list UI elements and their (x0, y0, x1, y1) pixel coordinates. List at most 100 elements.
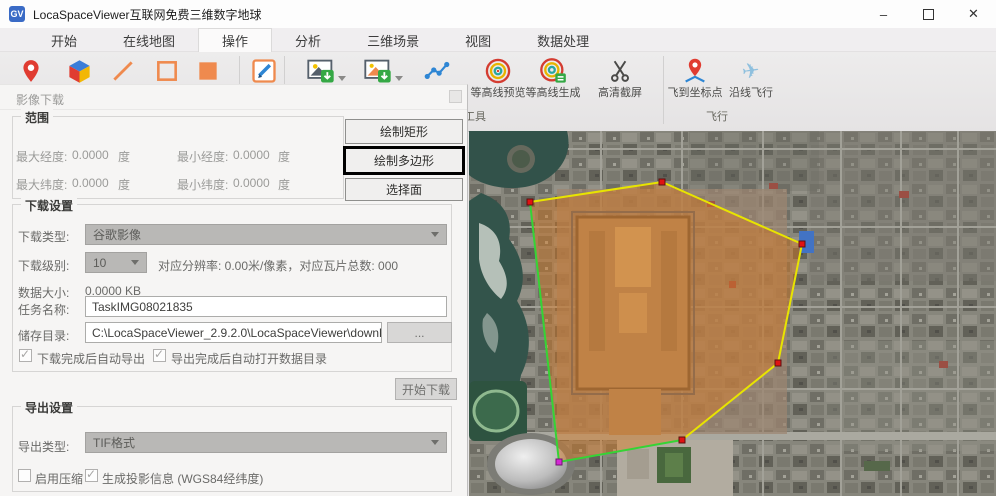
polygon-vertex-handle[interactable] (798, 240, 806, 248)
contour-generate-icon (540, 58, 566, 83)
image-download-button[interactable] (303, 55, 339, 87)
open-dir-checkbox-label[interactable]: 导出完成后自动打开数据目录 (171, 350, 327, 367)
tab-operation[interactable]: 操作 (198, 28, 273, 52)
fly-along-line-label: 沿线飞行 (729, 87, 773, 99)
polygon-vertex-handle[interactable] (526, 198, 534, 206)
projection-info-label[interactable]: 生成投影信息 (WGS84经纬度) (102, 470, 263, 487)
task-name-value: TaskIMG08021835 (92, 299, 193, 314)
max-lat-value[interactable]: 0.0000 (72, 176, 109, 190)
route-polyline-button[interactable] (419, 55, 455, 87)
flight-group-label: 飞行 (706, 111, 728, 123)
draw-rectangle-range-button[interactable]: 绘制矩形 (345, 119, 463, 144)
maximize-icon (923, 8, 934, 20)
hd-screenshot-label: 高清截屏 (598, 87, 642, 99)
start-download-button[interactable]: 开始下载 (395, 378, 457, 400)
contour-generate-button[interactable] (535, 55, 571, 87)
export-type-label: 导出类型: (18, 440, 70, 454)
storage-dir-label: 储存目录: (18, 329, 70, 343)
tab-analysis[interactable]: 分析 (272, 28, 344, 52)
storage-dir-input[interactable]: C:\LocaSpaceViewer_2.9.2.0\LocaSpaceView… (85, 322, 382, 343)
max-lon-value[interactable]: 0.0000 (72, 148, 109, 162)
airplane-icon: ✈ (740, 58, 762, 84)
task-name-label: 任务名称: (18, 303, 70, 317)
auto-export-checkbox[interactable] (19, 347, 32, 362)
image-download-dropdown-caret[interactable] (338, 76, 346, 81)
export-type-dropdown[interactable]: TIF格式 (85, 432, 447, 453)
download-type-value: 谷歌影像 (93, 228, 142, 242)
image-download-icon (307, 59, 334, 83)
download-type-dropdown[interactable]: 谷歌影像 (85, 224, 447, 245)
scissors-icon (611, 60, 629, 82)
3d-cube-icon (68, 59, 90, 83)
window-controls: – ✕ (861, 0, 996, 28)
task-name-input[interactable]: TaskIMG08021835 (85, 296, 447, 317)
contour-preview-button[interactable] (480, 55, 516, 87)
export-type-value: TIF格式 (93, 436, 135, 450)
max-lat-unit: 度 (118, 178, 131, 192)
dialog-close-button[interactable] (449, 90, 462, 103)
draw-rectangle-button[interactable] (149, 55, 185, 87)
contour-generate-label: 等高线生成 (525, 87, 581, 99)
draw-polygon-range-button[interactable]: 绘制多边形 (343, 146, 465, 175)
imagery-download-button[interactable] (360, 55, 396, 87)
edit-feature-button[interactable] (246, 55, 282, 87)
max-lon-unit: 度 (118, 150, 131, 164)
close-button[interactable]: ✕ (951, 0, 996, 28)
line-icon (113, 61, 133, 81)
maximize-button[interactable] (906, 0, 951, 28)
hd-screenshot-button[interactable] (602, 55, 638, 87)
placemark-pin-button[interactable] (13, 55, 49, 87)
imagery-download-icon (364, 59, 391, 83)
polygon-vertex-handle[interactable] (774, 359, 782, 367)
window-title: LocaSpaceViewer互联网免费三维数字地球 (33, 7, 262, 22)
download-level-label: 下载级别: (18, 259, 70, 273)
contour-rings-icon (485, 58, 511, 84)
resolution-info-text: 对应分辨率: 0.00米/像素，对应瓦片总数: 000 (158, 259, 399, 273)
export-settings-legend: 导出设置 (21, 399, 78, 416)
download-level-value: 10 (93, 255, 107, 270)
min-lon-unit: 度 (278, 150, 291, 164)
fly-to-point-button[interactable] (677, 55, 713, 87)
data-size-label: 数据大小: (18, 286, 70, 300)
range-legend: 范围 (21, 109, 54, 126)
min-lon-value[interactable]: 0.0000 (233, 148, 270, 162)
map-view[interactable] (469, 131, 996, 496)
tab-view[interactable]: 视图 (442, 28, 514, 52)
filled-square-icon (199, 62, 217, 80)
min-lat-unit: 度 (278, 178, 291, 192)
image-download-dialog: 影像下载 范围 最大经度: 0.0000 度 最小经度: 0.0000 度 最大… (0, 84, 468, 496)
minimize-button[interactable]: – (861, 0, 906, 28)
menu-tab-bar: 开始 在线地图 操作 分析 三维场景 视图 数据处理 (0, 28, 996, 52)
draw-line-button[interactable] (105, 55, 141, 87)
polygon-vertex-handle-active[interactable] (555, 458, 563, 466)
dialog-header-divider (0, 109, 467, 110)
browse-directory-button[interactable]: ... (387, 322, 452, 343)
enable-compression-label[interactable]: 启用压缩 (35, 470, 83, 487)
rectangle-outline-icon (157, 61, 177, 81)
dialog-title: 影像下载 (16, 93, 65, 107)
min-lat-value[interactable]: 0.0000 (233, 176, 270, 190)
tab-start[interactable]: 开始 (28, 28, 100, 52)
max-lat-label: 最大纬度: (16, 178, 68, 192)
storage-dir-value: C:\LocaSpaceViewer_2.9.2.0\LocaSpaceView… (92, 325, 382, 340)
open-dir-checkbox[interactable] (153, 347, 166, 362)
tab-3d-scene[interactable]: 三维场景 (344, 28, 442, 52)
edit-pencil-icon (252, 59, 276, 83)
model-cube-button[interactable] (61, 55, 97, 87)
tab-online-map[interactable]: 在线地图 (100, 28, 198, 52)
max-lon-label: 最大经度: (16, 150, 68, 164)
polygon-vertex-handle[interactable] (658, 178, 666, 186)
download-type-label: 下载类型: (18, 230, 70, 244)
auto-export-checkbox-label[interactable]: 下载完成后自动导出 (37, 350, 145, 367)
polygon-vertex-handle[interactable] (678, 436, 686, 444)
draw-polygon-fill-button[interactable] (190, 55, 226, 87)
download-level-dropdown[interactable]: 10 (85, 252, 147, 273)
imagery-download-dropdown-caret[interactable] (395, 76, 403, 81)
app-logo-icon: GV (9, 6, 25, 22)
fly-to-point-icon (685, 58, 705, 83)
projection-info-checkbox[interactable] (85, 467, 98, 482)
fly-along-line-button[interactable]: ✈ (733, 55, 769, 87)
enable-compression-checkbox[interactable] (18, 469, 31, 482)
tab-data-processing[interactable]: 数据处理 (514, 28, 612, 52)
select-face-button[interactable]: 选择面 (345, 178, 463, 201)
